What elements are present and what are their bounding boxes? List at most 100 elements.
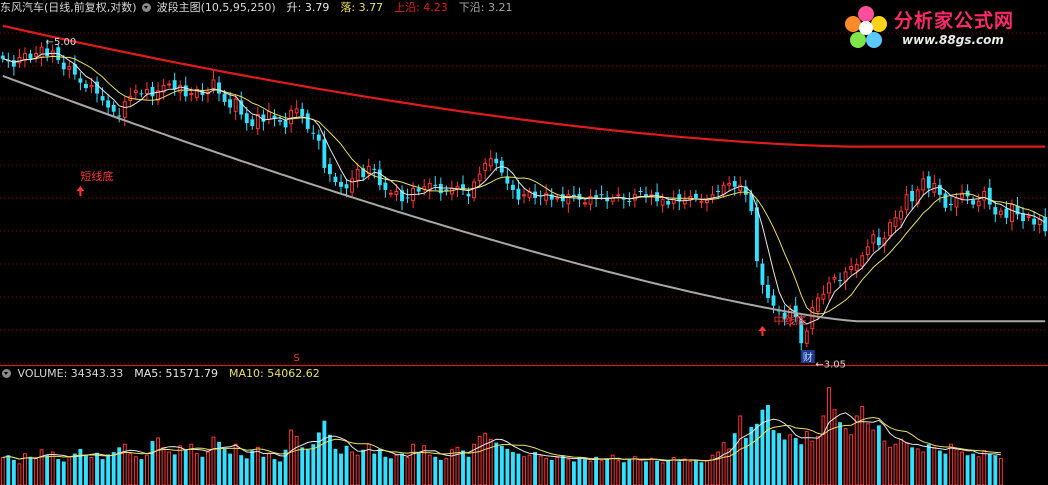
volume-bar	[372, 453, 377, 485]
volume-bar	[910, 447, 915, 485]
volume-bars	[0, 387, 1003, 485]
candle-body	[150, 86, 155, 97]
candle-body	[827, 282, 831, 294]
volume-bar	[45, 455, 50, 485]
candle-body	[289, 109, 294, 125]
candle-body	[699, 200, 704, 203]
candle-body	[1043, 216, 1048, 232]
cai-marker: 财	[803, 351, 813, 364]
volume-bar	[926, 444, 931, 485]
volume-bar	[422, 445, 427, 485]
volume-bar	[721, 442, 726, 485]
volume-bar	[411, 443, 416, 485]
volume-bar	[810, 440, 815, 485]
volume-bar	[133, 456, 138, 485]
candle-body	[28, 53, 33, 59]
volume-bar	[588, 460, 593, 485]
volume-bar	[278, 461, 282, 485]
volume-bar	[876, 425, 881, 485]
candle-body	[78, 78, 83, 83]
volume-bar	[904, 442, 909, 485]
volume-bar	[732, 433, 737, 485]
volume-dropdown-icon[interactable]	[2, 369, 11, 378]
volume-bar	[799, 444, 804, 485]
candle-body	[1010, 204, 1014, 223]
volume-bar	[882, 440, 887, 485]
candle-body	[522, 194, 526, 197]
site-logo: 分析家公式网 www.88gs.com	[842, 2, 1042, 54]
volume-bar	[655, 460, 660, 485]
volume-bar	[960, 451, 964, 485]
volume-bar	[483, 432, 488, 485]
volume-bar	[644, 461, 648, 485]
volume-bar	[777, 433, 782, 485]
volume-bar	[34, 457, 38, 485]
candle-body	[11, 60, 16, 67]
candle-body	[732, 181, 737, 187]
volume-bar	[233, 443, 238, 485]
volume-bar	[39, 449, 44, 485]
volume-bar	[827, 387, 831, 485]
lower-band-label: 下沿:	[458, 1, 485, 14]
candle-body	[472, 181, 477, 199]
candle-body	[693, 193, 698, 199]
volume-bar	[965, 455, 970, 485]
volume-label[interactable]: VOLUME:	[18, 367, 68, 380]
volume-bar	[754, 423, 759, 485]
volume-bar	[577, 457, 582, 485]
ma5-value: 51571.79	[165, 367, 219, 380]
volume-bar	[128, 453, 133, 485]
volume-bar	[843, 428, 848, 485]
short-bottom-signal: 短线底	[80, 169, 113, 183]
volume-bar	[50, 451, 55, 485]
volume-bar	[522, 456, 526, 485]
candle-body	[871, 234, 876, 244]
volume-bar	[316, 432, 321, 485]
candle-body	[333, 176, 338, 182]
volume-bar	[250, 450, 255, 485]
rise-label: 升:	[286, 1, 302, 14]
candle-body	[261, 114, 266, 122]
volume-bar	[660, 462, 665, 485]
volume-bar	[976, 456, 981, 485]
volume-bar	[860, 406, 865, 485]
volume-bar	[383, 456, 388, 485]
candle-body	[760, 263, 765, 285]
volume-bar	[200, 456, 205, 485]
candle-body	[893, 217, 898, 228]
candle-body	[172, 80, 177, 90]
volume-bar	[311, 444, 316, 485]
candle-body	[865, 246, 870, 255]
volume-bar	[255, 446, 260, 485]
candle-body	[228, 99, 233, 108]
candle-body	[849, 265, 854, 270]
volume-bar	[388, 458, 393, 485]
volume-bar	[361, 449, 366, 485]
candle-body	[727, 183, 732, 186]
candle-body	[388, 192, 393, 195]
candle-body	[488, 158, 493, 167]
logo-text: 分析家公式网	[894, 10, 1015, 32]
volume-bar	[366, 443, 371, 485]
volume-bar	[854, 415, 859, 485]
candle-body	[716, 190, 721, 192]
volume-bar	[56, 459, 61, 485]
volume-bar	[6, 455, 11, 485]
volume-bar	[505, 448, 510, 485]
ma10-label: MA10:	[229, 367, 264, 380]
indicator-title[interactable]: 波段主图(10,5,95,250)	[157, 1, 276, 14]
volume-bar	[189, 443, 194, 485]
fall-value: 3.77	[358, 1, 384, 14]
volume-bar	[832, 409, 837, 485]
indicator-dropdown-icon[interactable]	[142, 3, 152, 12]
candle-body	[311, 132, 316, 134]
volume-bar	[161, 446, 166, 485]
volume-bar	[17, 463, 22, 485]
volume-bar	[915, 448, 920, 485]
volume-bar	[998, 457, 1003, 485]
volume-bar	[339, 453, 343, 485]
ma5-label: MA5:	[134, 367, 163, 380]
candle-body	[854, 264, 859, 271]
volume-bar	[693, 459, 698, 485]
upper-band-value: 4.23	[423, 1, 448, 14]
